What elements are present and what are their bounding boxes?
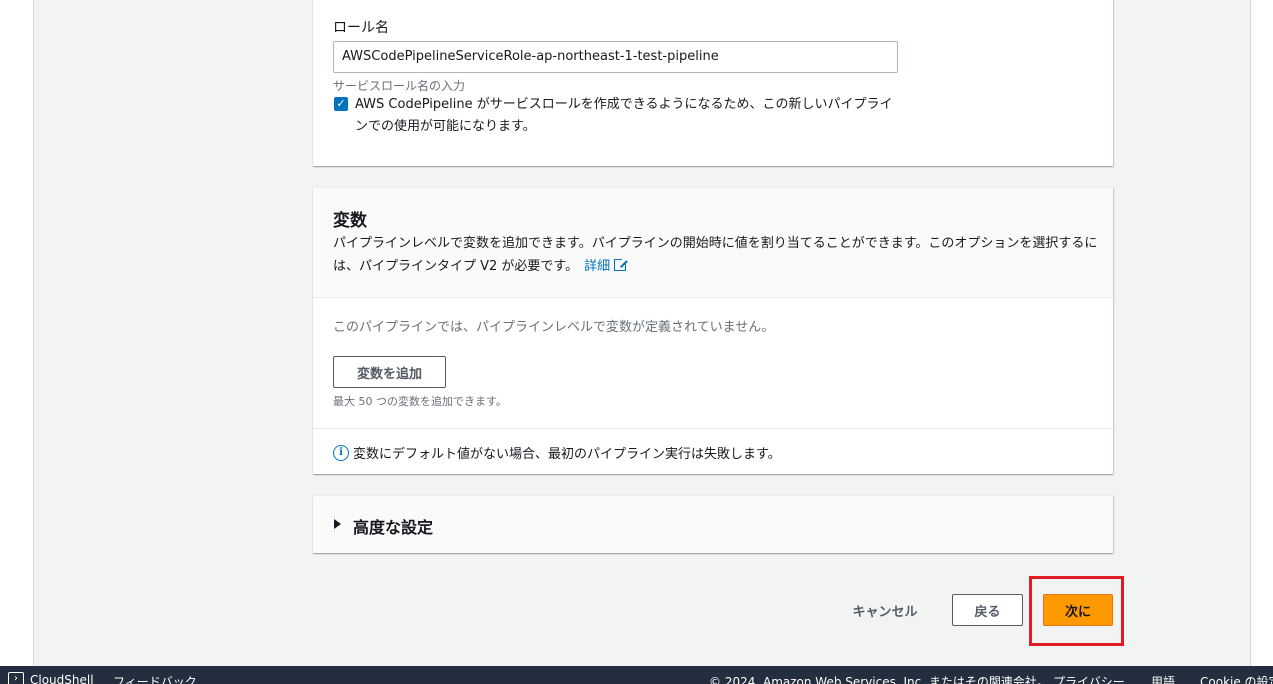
privacy-link[interactable]: プライバシー	[1053, 673, 1125, 684]
external-link-icon	[614, 257, 629, 271]
left-rail	[0, 0, 34, 666]
variables-empty-text: このパイプラインでは、パイプラインレベルで変数が定義されていません。	[333, 320, 775, 335]
cancel-button[interactable]: キャンセル	[840, 594, 930, 626]
role-name-label: ロール名	[333, 20, 389, 36]
add-variable-button[interactable]: 変数を追加	[333, 356, 446, 388]
role-name-hint: サービスロール名の入力	[333, 79, 466, 93]
variables-header: 変数 パイプラインレベルで変数を追加できます。パイプラインの開始時に値を割り当て…	[313, 188, 1113, 298]
console-footer: › CloudShell フィードバック © 2024, Amazon Web …	[0, 666, 1273, 684]
cloudshell-link[interactable]: CloudShell	[30, 673, 94, 684]
advanced-settings-title[interactable]: 高度な設定	[353, 514, 433, 538]
advanced-settings-expander[interactable]: 高度な設定	[313, 495, 1113, 553]
variables-panel: 変数 パイプラインレベルで変数を追加できます。パイプラインの開始時に値を割り当て…	[313, 187, 1113, 474]
allow-role-checkbox-label[interactable]: AWS CodePipeline がサービスロールを作成できるようになるため、こ…	[355, 94, 905, 138]
back-button[interactable]: 戻る	[952, 594, 1023, 626]
variables-description: パイプラインレベルで変数を追加できます。パイプラインの開始時に値を割り当てること…	[333, 232, 1103, 278]
variables-info-text: 変数にデフォルト値がない場合、最初のパイプライン実行は失敗します。	[353, 447, 781, 462]
cloudshell-icon[interactable]: ›	[8, 672, 24, 684]
learn-more-link[interactable]: 詳細	[584, 257, 629, 274]
caret-right-icon	[334, 519, 341, 529]
learn-more-label[interactable]: 詳細	[584, 259, 610, 274]
variables-title: 変数	[333, 211, 367, 231]
service-role-panel: ロール名 AWSCodePipelineServiceRole-ap-north…	[313, 0, 1113, 166]
next-button[interactable]: 次に	[1043, 594, 1113, 626]
info-icon: i	[333, 445, 349, 461]
right-rail	[1252, 0, 1273, 666]
page: ロール名 AWSCodePipelineServiceRole-ap-north…	[0, 0, 1273, 684]
variables-info-alert: i 変数にデフォルト値がない場合、最初のパイプライン実行は失敗します。	[313, 428, 1113, 475]
cookie-settings-link[interactable]: Cookie の設定	[1200, 673, 1273, 684]
variables-limit-text: 最大 50 つの変数を追加できます。	[333, 395, 507, 408]
role-name-input[interactable]: AWSCodePipelineServiceRole-ap-northeast-…	[333, 41, 898, 73]
feedback-link[interactable]: フィードバック	[113, 673, 197, 684]
terms-link[interactable]: 用語	[1151, 673, 1175, 684]
allow-role-checkbox[interactable]: ✓	[334, 97, 348, 111]
variables-description-text: パイプラインレベルで変数を追加できます。パイプラインの開始時に値を割り当てること…	[333, 236, 1098, 274]
copyright-text: © 2024, Amazon Web Services, Inc. またはその関…	[709, 675, 1049, 684]
